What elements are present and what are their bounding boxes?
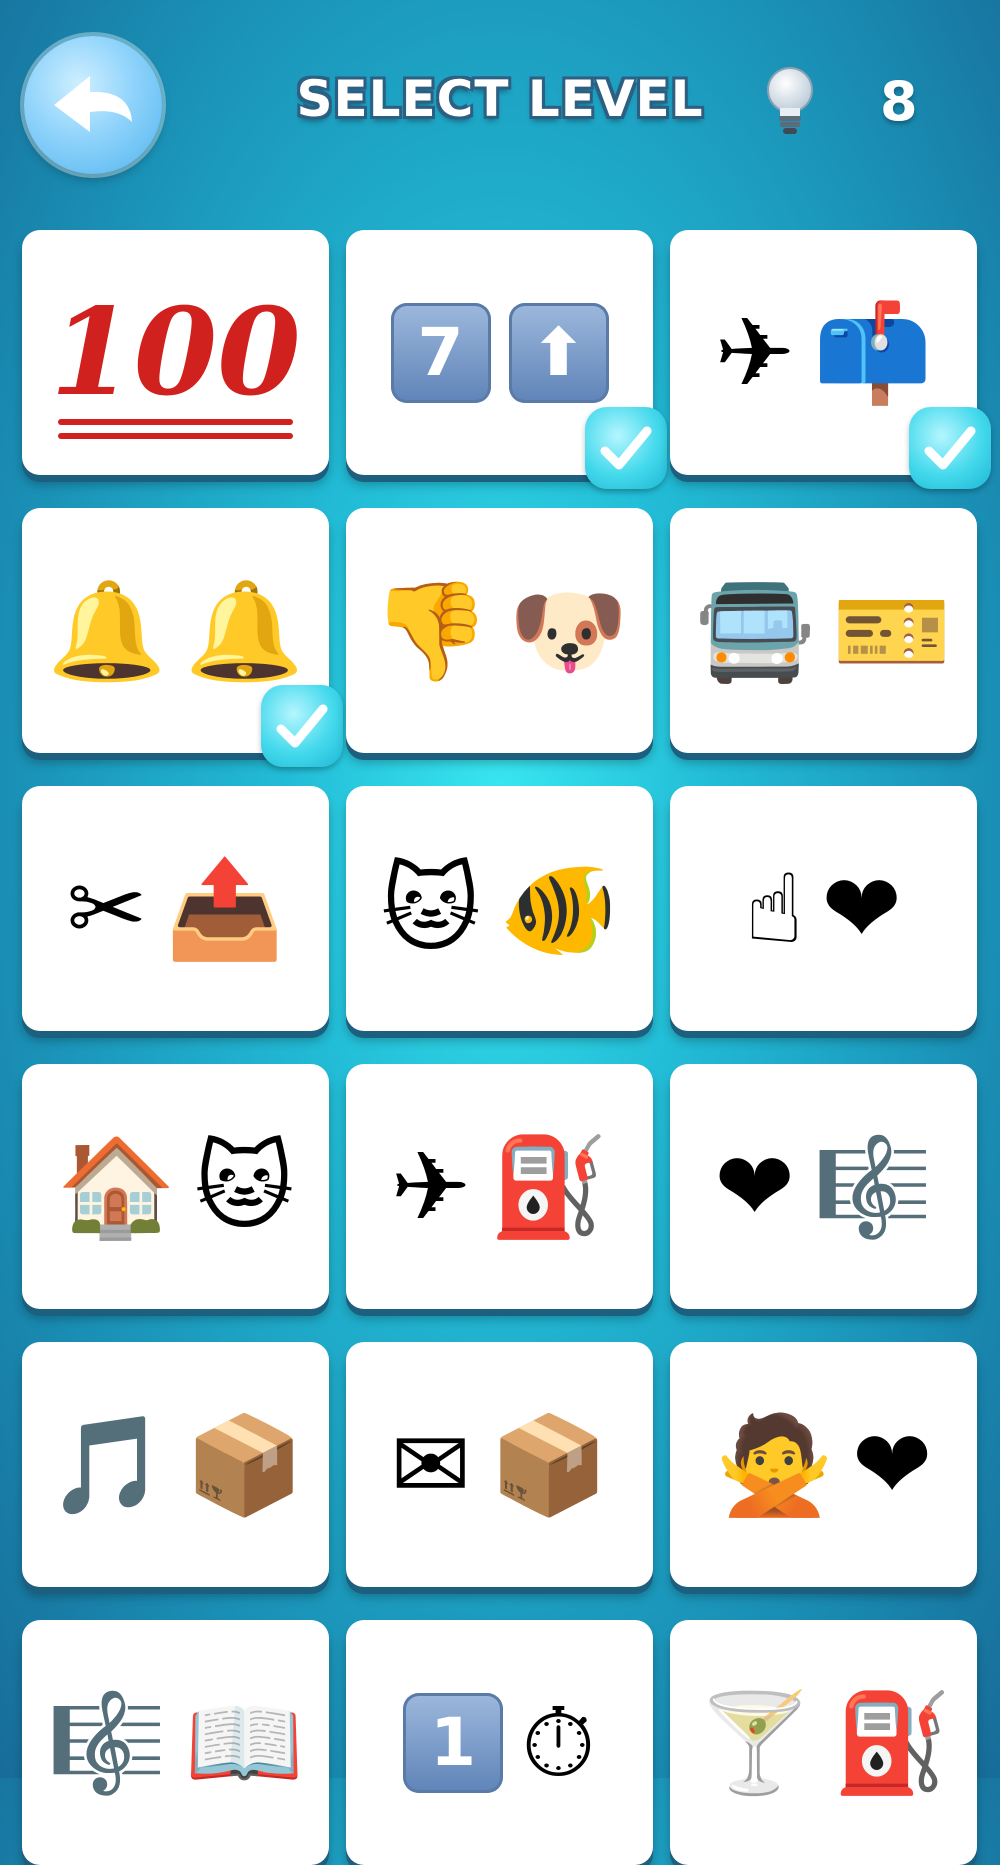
level-card[interactable]: ✈ 📫: [670, 230, 991, 489]
level-card[interactable]: 👎 🐶: [346, 508, 653, 753]
level-card[interactable]: 🚍 🎫: [670, 508, 977, 753]
level-emojis: 🎵 📦: [22, 1342, 329, 1587]
level-emojis: ❤ 🎼: [670, 1064, 977, 1309]
level-card[interactable]: 🔔 🔔: [22, 508, 343, 767]
checkmark-icon: [276, 704, 328, 748]
level-emojis: 🎼 📖: [22, 1620, 329, 1865]
level-card[interactable]: 🎼 📖: [22, 1620, 329, 1865]
stopwatch-icon: ⏱: [521, 1686, 596, 1799]
hint-count: 8: [880, 70, 918, 133]
no-gesture-icon: 🙅: [714, 1408, 835, 1521]
package-icon: 📦: [488, 1408, 609, 1521]
completed-badge: [909, 407, 991, 489]
level-emojis: 🚍 🎫: [670, 508, 977, 753]
level-emojis: 🏠 🐱: [22, 1064, 329, 1309]
level-card[interactable]: ☝ ❤: [670, 786, 977, 1031]
level-emojis: 1 ⏱: [346, 1620, 653, 1865]
level-emojis: 🐱 🐠: [346, 786, 653, 1031]
level-card[interactable]: 100: [22, 230, 329, 475]
cat-icon: 🐱: [194, 1130, 295, 1243]
page-title: SELECT LEVEL: [296, 70, 704, 128]
level-card[interactable]: ❤ 🎼: [670, 1064, 977, 1309]
fuel-pump-icon: ⛽: [832, 1686, 953, 1799]
house-icon: 🏠: [56, 1130, 177, 1243]
level-emojis: ✂ 📤: [22, 786, 329, 1031]
lightbulb-icon[interactable]: [765, 66, 815, 138]
heart-icon: ❤: [714, 1130, 795, 1243]
outbox-tray-icon: 📤: [164, 852, 285, 965]
bus-icon: 🚍: [694, 574, 815, 687]
level-emojis: ☝ ❤: [670, 786, 977, 1031]
dog-icon: 🐶: [508, 574, 629, 687]
heart-icon: ❤: [821, 852, 902, 965]
level-card[interactable]: 🐱 🐠: [346, 786, 653, 1031]
bell-icon: 🔔: [46, 574, 167, 687]
level-emojis: ✉ 📦: [346, 1342, 653, 1587]
level-emojis: 👎 🐶: [346, 508, 653, 753]
scissors-icon: ✂: [66, 852, 147, 965]
cocktail-icon: 🍸: [694, 1686, 815, 1799]
pointing-up-icon: ☝: [745, 852, 804, 965]
bell-icon: 🔔: [184, 574, 305, 687]
level-emojis: 100: [22, 230, 329, 475]
cat-icon: 🐱: [380, 852, 481, 965]
level-card[interactable]: ✂ 📤: [22, 786, 329, 1031]
level-card[interactable]: 🏠 🐱: [22, 1064, 329, 1309]
thumbs-down-icon: 👎: [370, 574, 491, 687]
completed-badge: [585, 407, 667, 489]
level-card[interactable]: 🙅 ❤: [670, 1342, 977, 1587]
checkmark-icon: [600, 426, 652, 470]
musical-score-icon: 🎼: [812, 1130, 933, 1243]
fuel-pump-icon: ⛽: [488, 1130, 609, 1243]
checkmark-icon: [924, 426, 976, 470]
hundred-points-icon: 100: [50, 281, 301, 425]
package-icon: 📦: [184, 1408, 305, 1521]
level-emojis: 🍸 ⛽: [670, 1620, 977, 1865]
header: SELECT LEVEL 8: [0, 0, 1000, 210]
level-card[interactable]: 1 ⏱: [346, 1620, 653, 1865]
up-arrow-icon: ⬆: [508, 302, 609, 403]
envelope-icon: ✉: [390, 1408, 471, 1521]
airplane-icon: ✈: [390, 1130, 471, 1243]
level-card[interactable]: 🍸 ⛽: [670, 1620, 977, 1865]
keycap-seven-icon: 7: [390, 302, 491, 403]
level-emojis: 🙅 ❤: [670, 1342, 977, 1587]
musical-score-icon: 🎼: [46, 1686, 167, 1799]
level-card[interactable]: ✈ ⛽: [346, 1064, 653, 1309]
open-book-icon: 📖: [184, 1686, 305, 1799]
airplane-icon: ✈: [714, 296, 795, 409]
ticket-icon: 🎫: [832, 574, 953, 687]
level-card[interactable]: 7 ⬆: [346, 230, 667, 489]
level-emojis: ✈ ⛽: [346, 1064, 653, 1309]
completed-badge: [261, 685, 343, 767]
level-card[interactable]: 🎵 📦: [22, 1342, 329, 1587]
fish-icon: 🐠: [498, 852, 619, 965]
music-note-icon: 🎵: [46, 1408, 167, 1521]
mailbox-icon: 📫: [812, 296, 933, 409]
heart-icon: ❤: [852, 1408, 933, 1521]
level-card[interactable]: ✉ 📦: [346, 1342, 653, 1587]
